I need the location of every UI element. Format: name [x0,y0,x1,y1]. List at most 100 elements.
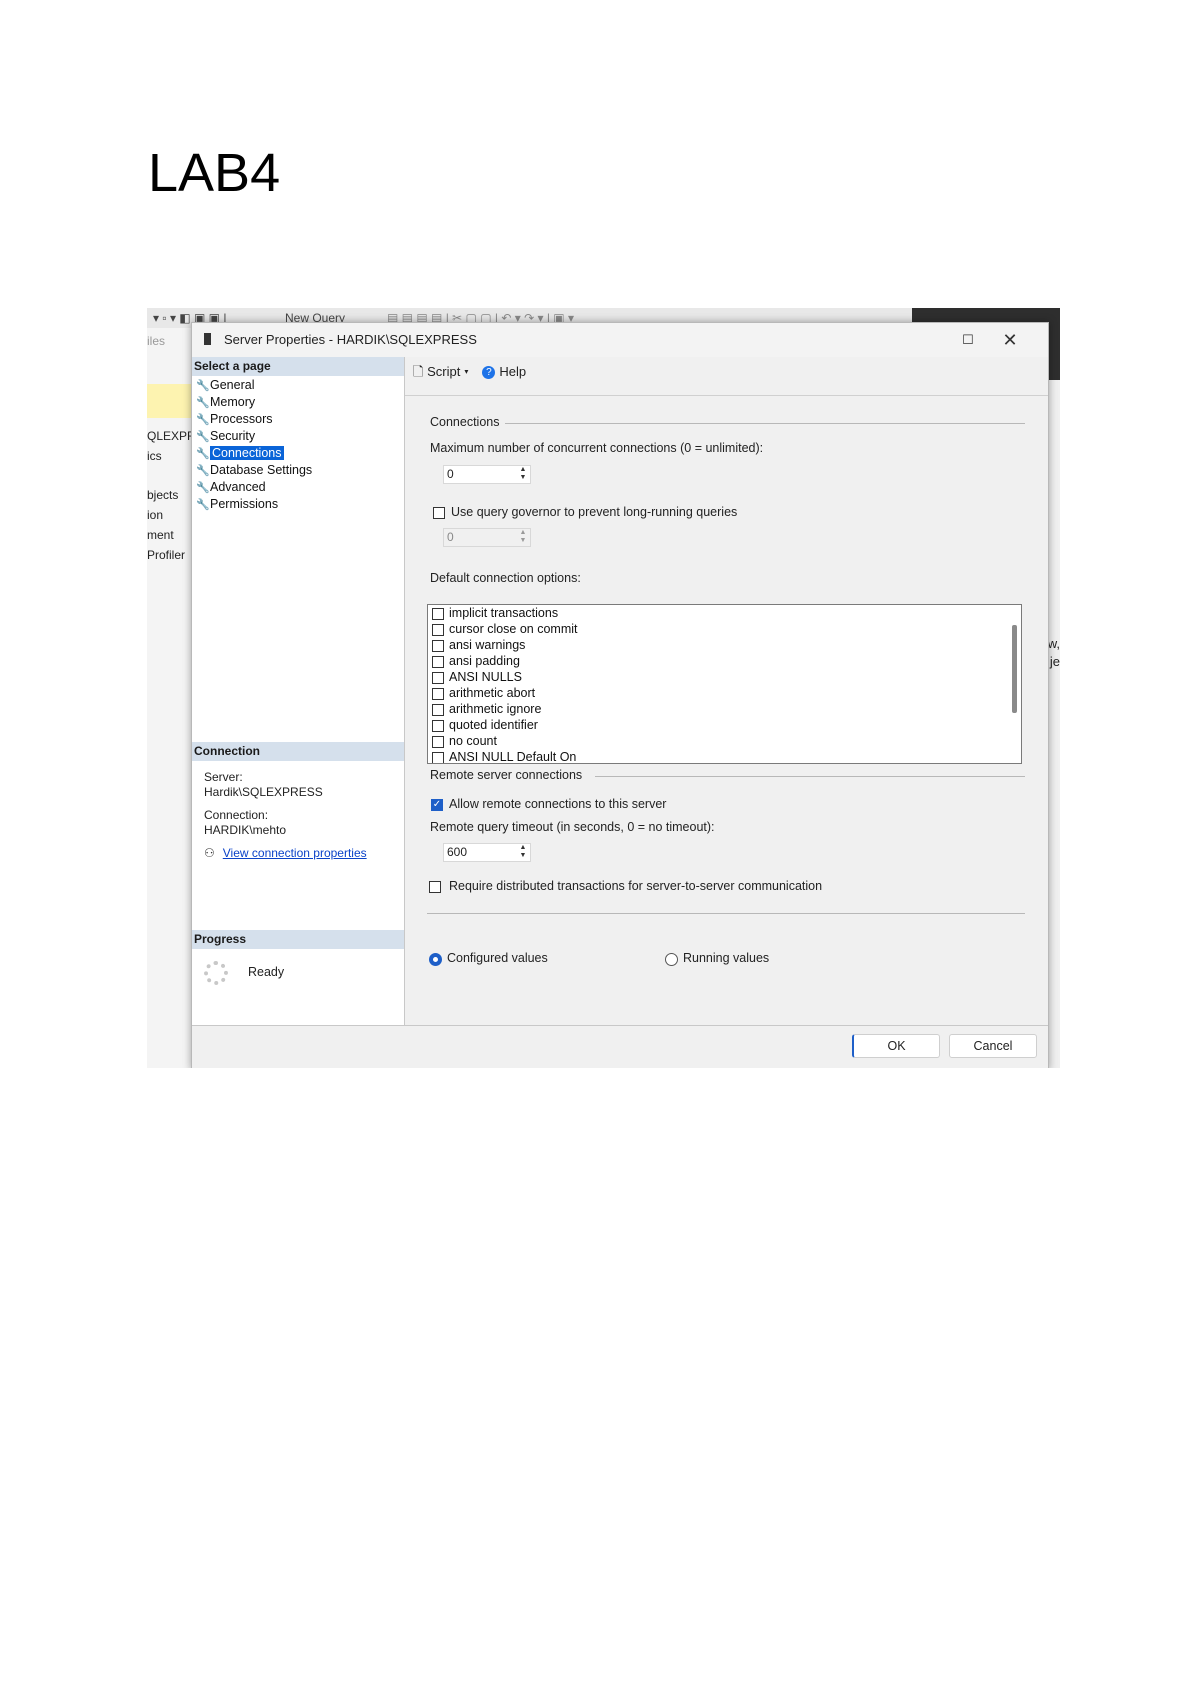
option-checkbox[interactable] [432,735,444,748]
connection-info: Server: Hardik\SQLEXPRESS Connection: HA… [204,770,323,838]
wrench-icon: 🔧 [196,448,210,460]
page-item-processors[interactable]: 🔧Processors [196,411,312,428]
page-item-general[interactable]: 🔧General [196,377,312,394]
page-item-advanced[interactable]: 🔧Advanced [196,479,312,496]
bg-text: iles [147,334,166,348]
configured-values-radio[interactable] [429,953,442,966]
query-governor-label: Use query governor to prevent long-runni… [451,505,738,519]
wrench-icon: 🔧 [196,397,210,409]
bg-text: ics [147,449,162,463]
spin-arrows-icon[interactable]: ▲ ▼ [516,529,530,546]
max-connections-label: Maximum number of concurrent connections… [430,441,764,455]
query-governor-input[interactable]: 0 ▲ ▼ [443,528,531,547]
option-checkbox[interactable] [432,719,444,732]
bg-text-right: je [1049,654,1060,669]
help-icon: ? [482,366,496,380]
page-item-label: Security [210,429,256,443]
option-label: ansi warnings [449,638,526,652]
wrench-icon: 🔧 [196,482,210,494]
require-distributed-checkbox[interactable] [429,881,441,893]
select-page-header: Select a page [192,357,404,376]
option-label: ansi padding [449,654,520,668]
page-item-label: General [210,378,255,392]
configured-values-label: Configured values [447,951,548,965]
max-connections-value: 0 [447,467,454,481]
server-icon [204,333,211,345]
max-connections-input[interactable]: 0 ▲ ▼ [443,465,531,484]
page-item-connections[interactable]: 🔧 Connections [196,445,312,462]
page-item-security[interactable]: 🔧Security [196,428,312,445]
spin-arrows-icon[interactable]: ▲ ▼ [516,844,530,861]
view-connection-properties-link[interactable]: ⚇ View connection properties [204,846,367,860]
option-label: cursor close on commit [449,622,578,636]
right-pane: 🗋 Script ▾ ? Help Connections Maximum num… [405,357,1048,1025]
option-checkbox[interactable] [432,703,444,716]
list-item[interactable]: ansi padding [432,654,520,669]
option-checkbox[interactable] [432,751,444,763]
option-checkbox[interactable] [432,639,444,652]
bg-text-right: w, [1047,636,1060,651]
bg-text: ment [147,528,174,542]
ok-button[interactable]: OK [852,1034,940,1058]
dialog-footer: OK Cancel [192,1025,1048,1068]
page-item-label: Processors [210,412,273,426]
page-item-label: Memory [210,395,256,409]
allow-remote-label: Allow remote connections to this server [449,797,667,811]
left-pane: Select a page 🔧General 🔧Memory 🔧Processo… [192,357,405,1025]
close-button[interactable]: ✕ [995,328,1025,352]
wrench-icon: 🔧 [196,414,210,426]
wrench-icon: 🔧 [196,380,210,392]
option-checkbox[interactable] [432,687,444,700]
list-item[interactable]: ANSI NULLS [432,670,522,685]
screenshot: ▾ ▫ ▾ ◧ ▣ ▣ | New Query ▤ ▤ ▤ ▤ | ✂ ▢ ▢ … [147,308,1060,1068]
script-label: Script [427,364,461,379]
query-governor-checkbox[interactable] [433,507,445,519]
list-item[interactable]: arithmetic abort [432,686,535,701]
option-checkbox[interactable] [432,607,444,620]
running-values-radio[interactable] [665,953,678,966]
wrench-icon: 🔧 [196,499,210,511]
require-distributed-label: Require distributed transactions for ser… [449,879,823,893]
object-explorer-fragment: iles QLEXPR ics bjects ion ment Profiler [147,328,196,1068]
dialog-titlebar[interactable]: Server Properties - HARDIK\SQLEXPRESS ☐ … [192,323,1048,357]
remote-timeout-input[interactable]: 600 ▲ ▼ [443,843,531,862]
list-scrollbar[interactable] [1012,625,1017,713]
script-icon: 🗋 [413,364,424,379]
option-label: no count [449,734,497,748]
maximize-button[interactable]: ☐ [955,330,981,350]
connection-label: Connection: [204,808,269,822]
bg-text: ion [147,508,164,522]
option-label: quoted identifier [449,718,538,732]
default-options-list[interactable]: implicit transactions cursor close on co… [427,604,1022,764]
highlight-strip [147,384,192,418]
wrench-icon: 🔧 [196,431,210,443]
connection-icon: ⚇ [204,846,215,860]
list-item[interactable]: quoted identifier [432,718,538,733]
cancel-button[interactable]: Cancel [949,1034,1037,1058]
list-item[interactable]: cursor close on commit [432,622,578,637]
script-button[interactable]: 🗋 Script ▾ [413,364,469,379]
toolbar-divider [405,395,1048,396]
allow-remote-checkbox[interactable]: ✓ [431,799,443,811]
page-item-permissions[interactable]: 🔧Permissions [196,496,312,513]
server-properties-dialog: Server Properties - HARDIK\SQLEXPRESS ☐ … [191,322,1049,1068]
running-values-label: Running values [683,951,770,965]
page-item-database-settings[interactable]: 🔧Database Settings [196,462,312,479]
option-label: ANSI NULLS [449,670,522,684]
page-item-label: Permissions [210,497,279,511]
list-item[interactable]: implicit transactions [432,606,558,621]
page-item-memory[interactable]: 🔧Memory [196,394,312,411]
list-item[interactable]: no count [432,734,497,749]
list-item[interactable]: ANSI NULL Default On [432,750,576,763]
option-checkbox[interactable] [432,623,444,636]
help-button[interactable]: Help [499,364,526,379]
spin-arrows-icon[interactable]: ▲ ▼ [516,466,530,483]
list-item[interactable]: ansi warnings [432,638,525,653]
server-value: Hardik\SQLEXPRESS [204,785,323,799]
progress-header: Progress [192,930,404,949]
option-checkbox[interactable] [432,671,444,684]
list-item[interactable]: arithmetic ignore [432,702,541,717]
server-label: Server: [204,770,243,784]
page-item-label: Connections [210,446,284,460]
option-checkbox[interactable] [432,655,444,668]
